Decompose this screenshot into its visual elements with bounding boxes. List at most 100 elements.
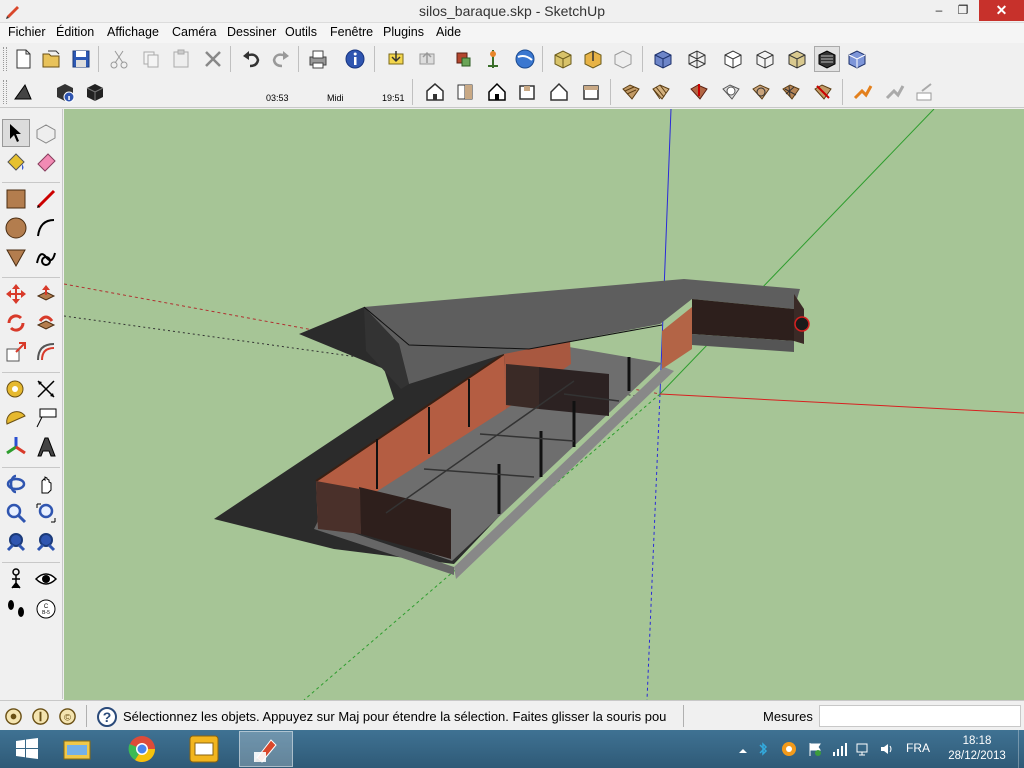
back-view-icon[interactable] (546, 79, 572, 105)
close-button[interactable]: ✕ (979, 0, 1024, 21)
preview-model-icon[interactable] (610, 46, 636, 72)
cut-icon[interactable] (106, 46, 132, 72)
look-around-icon[interactable] (32, 565, 60, 593)
menu-fichier[interactable]: Fichier (8, 25, 46, 39)
toolbar-grip[interactable] (3, 47, 7, 71)
share-model-icon[interactable] (414, 46, 440, 72)
avast-icon[interactable] (781, 741, 797, 757)
polygon-icon[interactable] (2, 243, 30, 271)
offset-icon[interactable] (32, 338, 60, 366)
freehand-icon[interactable] (32, 243, 60, 271)
sketchup-pro-icon[interactable] (177, 731, 231, 767)
arc-icon[interactable] (32, 214, 60, 242)
print-icon[interactable] (305, 46, 331, 72)
flip-edge-icon[interactable] (810, 79, 836, 105)
zoom-window-icon[interactable] (32, 499, 60, 527)
display-shadows-icon[interactable] (82, 79, 108, 105)
action-center-icon[interactable] (807, 741, 823, 757)
protractor-icon[interactable] (2, 404, 30, 432)
save-icon[interactable] (68, 46, 94, 72)
menu-affichage[interactable]: Affichage (107, 25, 159, 39)
follow-me-tool-icon[interactable] (32, 309, 60, 337)
menu-aide[interactable]: Aide (436, 25, 461, 39)
file-explorer-icon[interactable] (50, 731, 104, 767)
menu-fenetre[interactable]: Fenêtre (330, 25, 373, 39)
shaded-icon[interactable] (752, 46, 778, 72)
show-hidden-icons-icon[interactable] (735, 743, 751, 759)
previous-view-icon[interactable] (32, 528, 60, 556)
credits-icon[interactable] (31, 707, 50, 726)
axes-icon[interactable] (2, 433, 30, 461)
pan-icon[interactable] (32, 470, 60, 498)
hidden-line-icon[interactable] (720, 46, 746, 72)
model-info-icon[interactable] (342, 46, 368, 72)
3d-text-icon[interactable] (32, 433, 60, 461)
text-icon[interactable] (32, 404, 60, 432)
rectangle-icon[interactable] (2, 185, 30, 213)
scale-icon[interactable] (2, 338, 30, 366)
show-desktop-button[interactable] (1018, 730, 1024, 768)
paste-icon[interactable] (168, 46, 194, 72)
line-icon[interactable] (32, 185, 60, 213)
rotate-icon[interactable] (2, 309, 30, 337)
redo-icon[interactable] (268, 46, 294, 72)
smoove-icon[interactable] (686, 79, 712, 105)
clock[interactable]: 18:18 28/12/2013 (941, 734, 1013, 764)
model-canvas[interactable] (64, 109, 1024, 700)
menu-plugins[interactable]: Plugins (383, 25, 424, 39)
language-indicator[interactable]: FRA (906, 741, 930, 755)
xray-icon[interactable] (650, 46, 676, 72)
monochrome-icon[interactable] (814, 46, 840, 72)
photo-textures-icon[interactable] (550, 46, 576, 72)
left-view-icon[interactable] (578, 79, 604, 105)
right-view-icon[interactable] (514, 79, 540, 105)
google-earth-icon[interactable] (512, 46, 538, 72)
dimension-icon[interactable] (32, 375, 60, 403)
move-icon[interactable] (2, 280, 30, 308)
shadows-icon[interactable] (10, 79, 36, 105)
undo-icon[interactable] (238, 46, 264, 72)
chrome-icon[interactable] (115, 731, 169, 767)
erase-icon[interactable] (200, 46, 226, 72)
get-photo-texture-icon[interactable] (580, 46, 606, 72)
share-component-icon[interactable] (450, 46, 476, 72)
section-plane-icon[interactable]: C B-5 (32, 595, 60, 623)
volume-icon[interactable] (879, 741, 895, 757)
minimize-button[interactable]: ‒ (927, 0, 951, 21)
measures-field[interactable] (819, 705, 1021, 727)
follow-me-icon[interactable] (850, 79, 876, 105)
help-icon[interactable]: ? (97, 707, 117, 727)
stamp-icon[interactable] (718, 79, 744, 105)
tape-measure-icon[interactable] (2, 375, 30, 403)
top-view-icon[interactable] (452, 79, 478, 105)
select-icon[interactable] (2, 119, 30, 147)
user-icon[interactable]: © (58, 707, 77, 726)
copy-icon[interactable] (138, 46, 164, 72)
xray-mode-icon[interactable] (844, 46, 870, 72)
walk-icon[interactable] (2, 595, 30, 623)
menu-outils[interactable]: Outils (285, 25, 317, 39)
menu-edition[interactable]: Édition (56, 25, 94, 39)
eraser-icon[interactable] (32, 148, 60, 176)
shaded-textures-icon[interactable] (784, 46, 810, 72)
geo-location-icon[interactable] (4, 707, 23, 726)
sandbox-from-contours-icon[interactable] (618, 79, 644, 105)
front-view-icon[interactable] (484, 79, 510, 105)
toolbar-grip[interactable] (3, 80, 7, 104)
3d-warehouse-icon[interactable] (480, 46, 506, 72)
shadow-settings-icon[interactable] (52, 79, 78, 105)
add-detail-icon[interactable] (778, 79, 804, 105)
zoom-icon[interactable] (2, 499, 30, 527)
orbit-icon[interactable] (2, 470, 30, 498)
menu-dessiner[interactable]: Dessiner (227, 25, 276, 39)
paint-bucket-icon[interactable] (2, 148, 30, 176)
zoom-extents-icon[interactable] (2, 528, 30, 556)
iso-view-icon[interactable] (422, 79, 448, 105)
network-icon[interactable] (855, 741, 871, 757)
model-viewport[interactable] (64, 109, 1024, 700)
bluetooth-icon[interactable] (755, 741, 771, 757)
sandbox-from-scratch-icon[interactable] (648, 79, 674, 105)
wireframe-icon[interactable] (684, 46, 710, 72)
open-file-icon[interactable] (38, 46, 64, 72)
push-pull-icon[interactable] (32, 280, 60, 308)
